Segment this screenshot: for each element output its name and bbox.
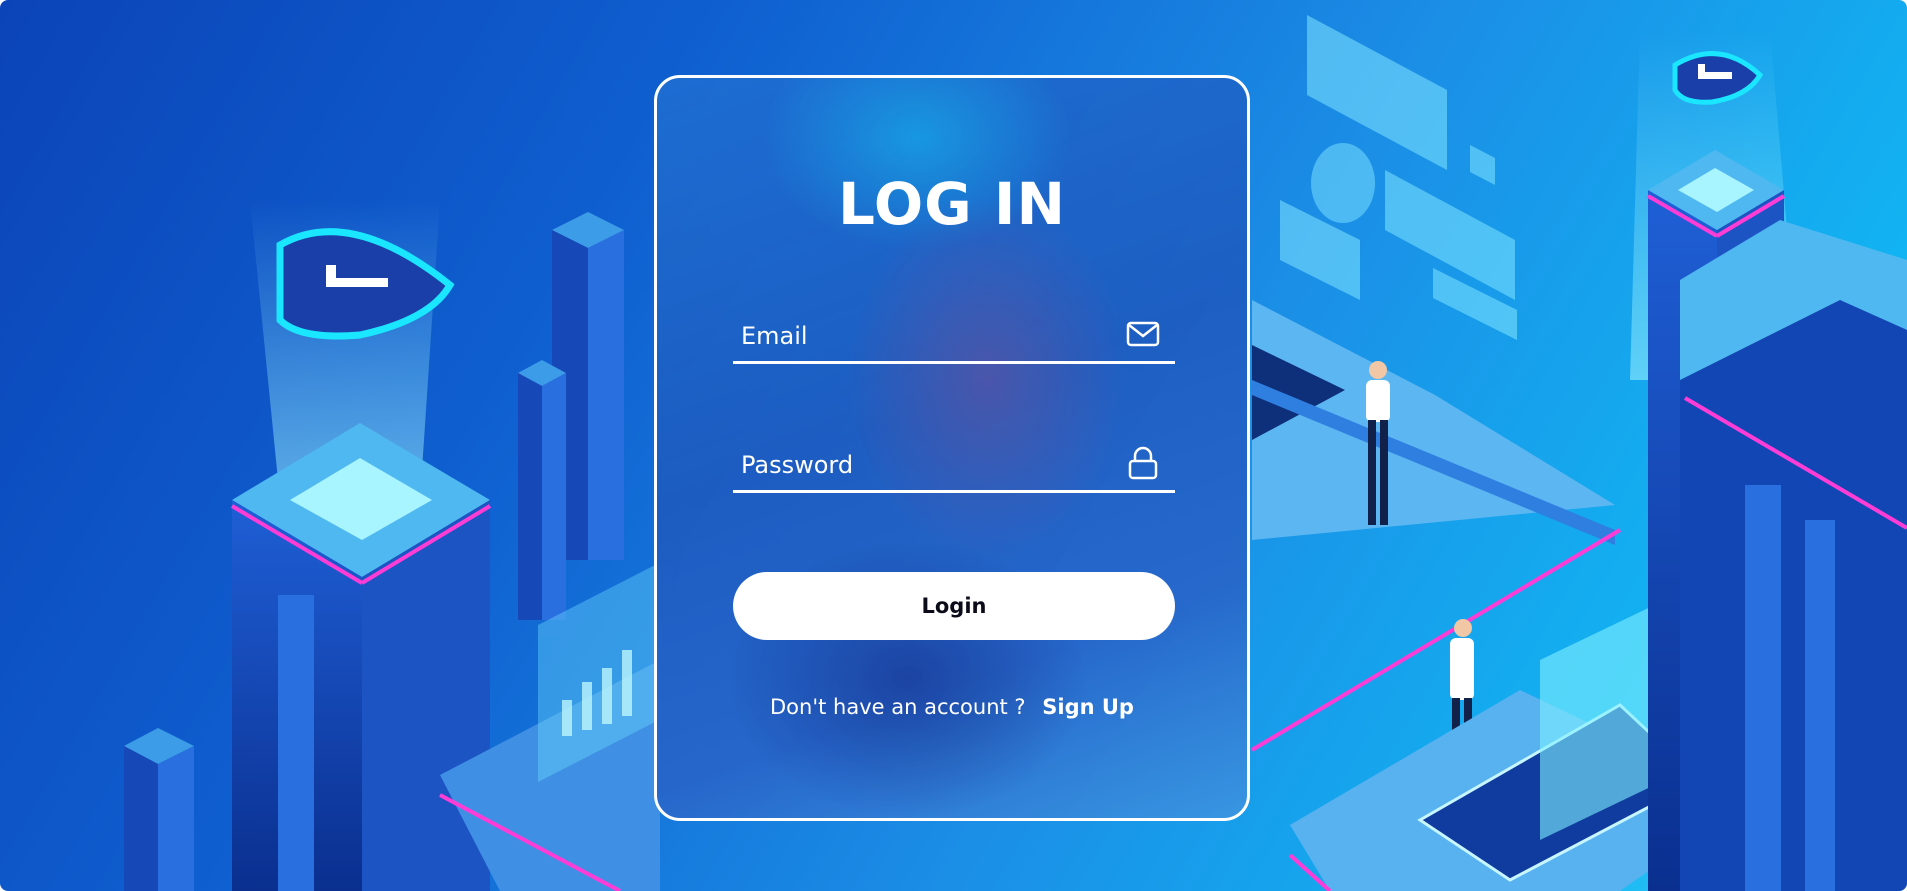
login-button[interactable]: Login (733, 572, 1175, 640)
right-edge-building (1680, 220, 1907, 891)
login-title: LOG IN (837, 170, 1067, 238)
email-input[interactable] (741, 318, 1111, 354)
signup-link[interactable]: Sign Up (1042, 695, 1134, 719)
email-field (733, 300, 1175, 364)
lock-icon (1128, 446, 1158, 480)
signup-row: Don't have an account ? Sign Up (657, 695, 1247, 719)
password-input[interactable] (741, 447, 1111, 483)
signup-prompt: Don't have an account ? (770, 695, 1026, 719)
left-tower (230, 423, 492, 891)
password-field (733, 429, 1175, 493)
mail-icon (1126, 321, 1160, 347)
platform (1252, 300, 1615, 540)
login-page: LOG IN Login Don't have an account ? Sig… (0, 0, 1907, 891)
login-card: LOG IN Login Don't have an account ? Sig… (654, 75, 1250, 821)
floating-widgets (1280, 15, 1517, 340)
